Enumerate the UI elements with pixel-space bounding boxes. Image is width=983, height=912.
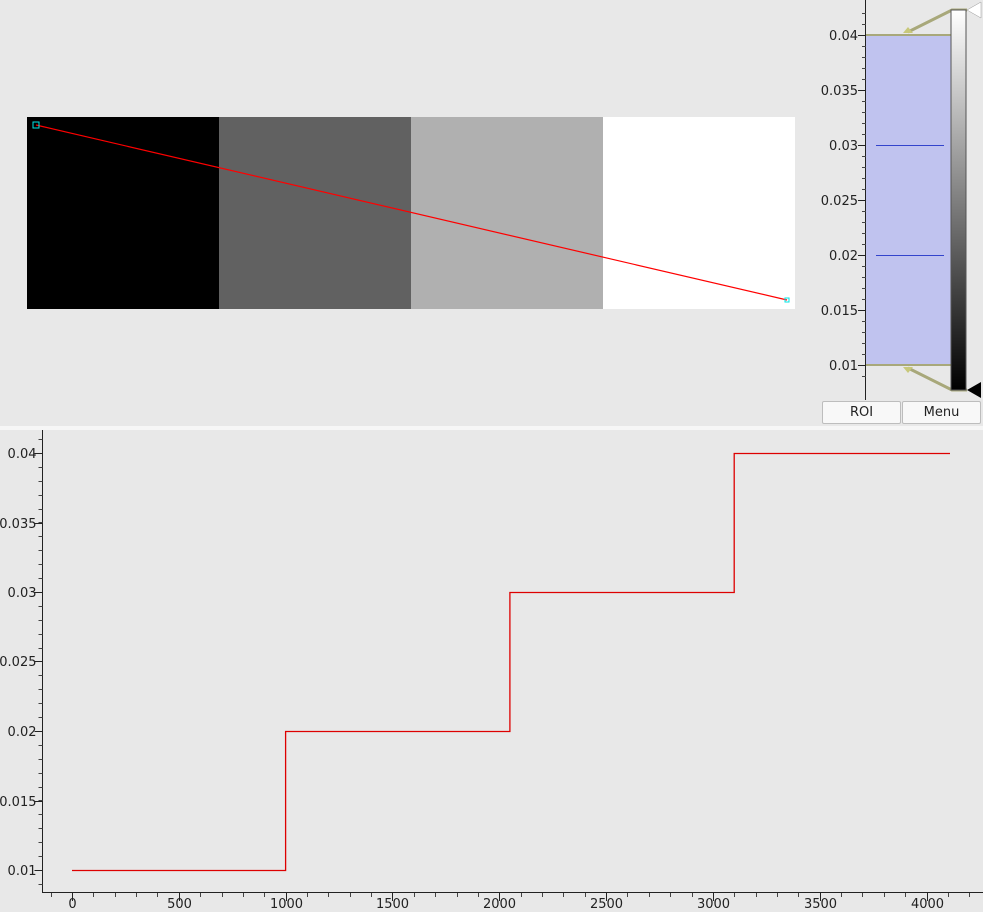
gradient-bottom-triangle[interactable] — [967, 382, 981, 398]
x-tick-label: 2000 — [483, 897, 516, 912]
x-tick-label: 0 — [68, 897, 76, 912]
x-tick-label: 3000 — [697, 897, 730, 912]
histogram-axis: 0.01 0.015 0.02 0.025 0.03 0.035 0.04 — [821, 0, 866, 400]
y-tick-label: 0.015 — [0, 795, 37, 810]
x-tick-label: 3500 — [804, 897, 837, 912]
y-tick-label: 0.025 — [0, 655, 37, 670]
y-tick-label: 0.03 — [8, 586, 37, 601]
roi-button[interactable]: ROI — [822, 401, 901, 424]
image-viewer-canvas: 0.01 0.015 0.02 0.025 0.03 0.035 0.04 — [27, 0, 982, 400]
colormap-gradient-bar[interactable] — [950, 9, 967, 391]
y-tick-label: 0.02 — [8, 725, 37, 740]
image-block-white — [603, 117, 795, 309]
roi-plot: 0.01 0.015 0.02 0.025 0.03 0.035 0.04 0 500 1000 1… — [0, 430, 983, 912]
image-block-light-gray — [411, 117, 603, 309]
x-tick-label: 1500 — [376, 897, 409, 912]
y-tick-label: 0.035 — [0, 517, 37, 532]
menu-button[interactable]: Menu — [902, 401, 981, 424]
x-tick-label: 4000 — [911, 897, 944, 912]
histogram-tick-label: 0.01 — [829, 359, 858, 374]
x-tick-label: 2500 — [590, 897, 623, 912]
histogram-tick-label: 0.04 — [829, 29, 858, 44]
histogram-region[interactable] — [866, 35, 952, 365]
plot-series — [72, 452, 950, 872]
y-tick-label: 0.01 — [8, 864, 37, 879]
plot-axes: 0.01 0.015 0.02 0.025 0.03 0.035 0.04 0 500 1000 1… — [0, 430, 983, 912]
x-tick-label: 500 — [167, 897, 192, 912]
gradient-top-triangle[interactable] — [966, 1, 982, 19]
histogram-tick-label: 0.015 — [821, 304, 858, 319]
histogram-tick-label: 0.02 — [829, 249, 858, 264]
roi-profile-line — [72, 452, 950, 872]
x-tick-label: 1000 — [270, 897, 303, 912]
histogram-tick-label: 0.025 — [821, 194, 858, 209]
y-tick-label: 0.04 — [8, 447, 37, 462]
roi-plot-panel: 0.01 0.015 0.02 0.025 0.03 0.035 0.04 0 500 1000 1… — [0, 430, 983, 912]
image-block-dark-gray — [219, 117, 411, 309]
histogram-tick-label: 0.03 — [829, 139, 858, 154]
histogram-tick-label: 0.035 — [821, 84, 858, 99]
image-viewer-panel: 0.01 0.015 0.02 0.025 0.03 0.035 0.04 ROI Menu — [0, 0, 983, 426]
